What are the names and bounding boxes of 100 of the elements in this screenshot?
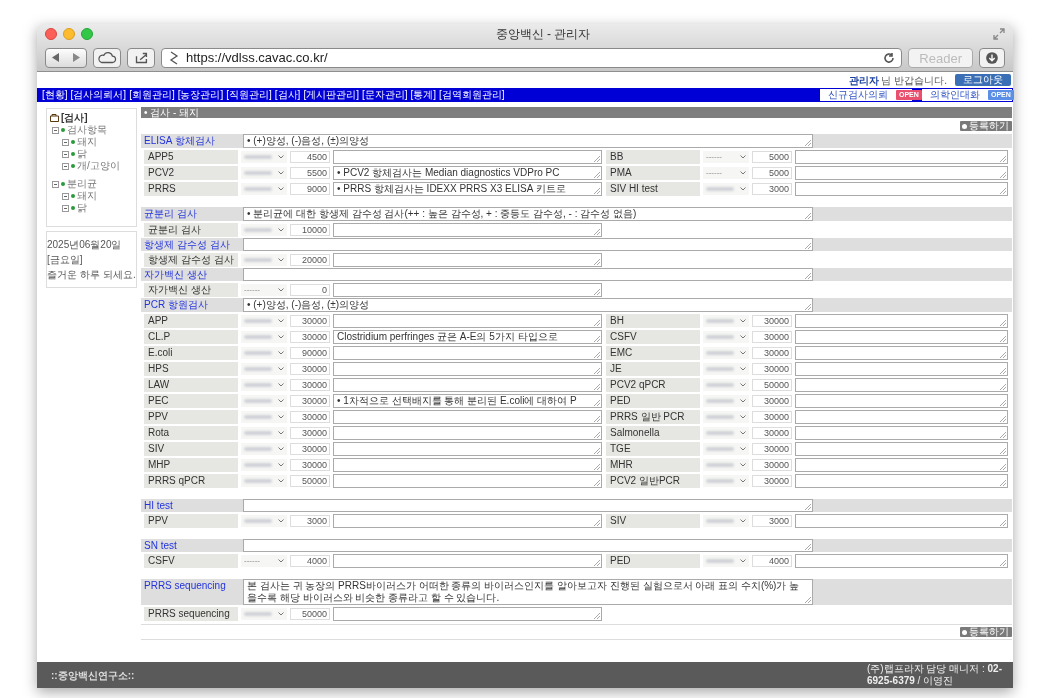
resize-grip-icon[interactable] <box>593 288 600 295</box>
select-field[interactable] <box>703 411 749 423</box>
price-field[interactable]: 30000 <box>752 459 792 471</box>
price-field[interactable]: 3000 <box>290 515 330 527</box>
select-field[interactable] <box>703 395 749 407</box>
resize-grip-icon[interactable] <box>999 559 1006 566</box>
memo-field[interactable] <box>795 514 1008 528</box>
nav-link[interactable]: [문자관리] <box>361 88 408 102</box>
nav-link[interactable]: [검역회원관리] <box>439 88 505 102</box>
price-field[interactable]: 9000 <box>290 183 330 195</box>
price-field[interactable]: 50000 <box>290 475 330 487</box>
collapse-icon[interactable] <box>52 126 59 134</box>
resize-grip-icon[interactable] <box>804 303 811 310</box>
price-field[interactable]: 30000 <box>752 411 792 423</box>
select-field[interactable] <box>703 475 749 487</box>
tree-item[interactable]: 돼지 <box>77 136 97 148</box>
select-field[interactable] <box>241 459 287 471</box>
note-field[interactable] <box>243 539 813 552</box>
nav-link[interactable]: [현황] <box>42 88 68 102</box>
price-field[interactable]: 3000 <box>752 183 792 195</box>
price-field[interactable]: 30000 <box>290 411 330 423</box>
resize-grip-icon[interactable] <box>999 447 1006 454</box>
select-field[interactable] <box>241 315 287 327</box>
memo-field[interactable] <box>333 314 602 328</box>
price-field[interactable]: 4000 <box>290 555 330 567</box>
memo-field[interactable] <box>795 362 1008 376</box>
resize-grip-icon[interactable] <box>804 242 811 249</box>
collapse-icon[interactable] <box>62 204 69 212</box>
resize-grip-icon[interactable] <box>999 431 1006 438</box>
resize-grip-icon[interactable] <box>593 228 600 235</box>
register-button[interactable]: 등록하기 <box>960 627 1012 637</box>
memo-field[interactable] <box>333 514 602 528</box>
resize-grip-icon[interactable] <box>999 367 1006 374</box>
price-field[interactable]: 50000 <box>752 379 792 391</box>
select-field[interactable] <box>703 347 749 359</box>
tree-item[interactable]: 닭 <box>77 148 87 160</box>
memo-field[interactable] <box>795 166 1008 180</box>
select-field[interactable] <box>241 443 287 455</box>
select-field[interactable] <box>703 515 749 527</box>
price-field[interactable]: 30000 <box>752 427 792 439</box>
nav-link[interactable]: [직원관리] <box>226 88 272 102</box>
memo-field[interactable] <box>795 442 1008 456</box>
resize-grip-icon[interactable] <box>999 187 1006 194</box>
select-field[interactable] <box>241 515 287 527</box>
resize-grip-icon[interactable] <box>999 383 1006 390</box>
panel-title[interactable]: 의학인대화 <box>930 89 980 101</box>
memo-field[interactable]: • PCV2 항체검사는 Median diagnostics VDPro PC <box>333 166 602 180</box>
resize-grip-icon[interactable] <box>999 415 1006 422</box>
resize-grip-icon[interactable] <box>999 463 1006 470</box>
memo-field[interactable] <box>333 410 602 424</box>
select-field[interactable] <box>703 315 749 327</box>
note-field[interactable]: • 분리균에 대한 항생제 감수성 검사(++ : 높은 감수성, + : 중등도 감수성, - : 감수성 없음) <box>243 207 813 221</box>
memo-field[interactable] <box>333 253 602 267</box>
select-field[interactable] <box>241 363 287 375</box>
resize-grip-icon[interactable] <box>999 335 1006 342</box>
price-field[interactable]: 50000 <box>290 608 330 620</box>
logout-button[interactable]: 로그아웃 <box>955 74 1011 86</box>
memo-field[interactable] <box>795 410 1008 424</box>
select-field[interactable]: ------ <box>703 151 749 163</box>
price-field[interactable]: 30000 <box>752 443 792 455</box>
memo-field[interactable] <box>795 314 1008 328</box>
price-field[interactable]: 30000 <box>290 315 330 327</box>
fullscreen-icon[interactable] <box>993 28 1005 40</box>
collapse-icon[interactable] <box>52 180 59 188</box>
price-field[interactable]: 30000 <box>290 395 330 407</box>
memo-field[interactable] <box>333 150 602 164</box>
nav-link[interactable]: [검사] <box>274 88 301 102</box>
select-field[interactable] <box>241 411 287 423</box>
select-field[interactable] <box>241 183 287 195</box>
select-field[interactable] <box>703 555 749 567</box>
resize-grip-icon[interactable] <box>804 543 811 550</box>
memo-field[interactable] <box>795 474 1008 488</box>
tree-item[interactable]: 돼지 <box>77 190 97 202</box>
price-field[interactable]: 90000 <box>290 347 330 359</box>
memo-field[interactable] <box>795 150 1008 164</box>
select-field[interactable] <box>241 427 287 439</box>
resize-grip-icon[interactable] <box>593 319 600 326</box>
resize-grip-icon[interactable] <box>593 431 600 438</box>
nav-link[interactable]: [게시판관리] <box>303 88 359 102</box>
select-field[interactable] <box>241 224 287 236</box>
price-field[interactable]: 5000 <box>752 167 792 179</box>
resize-grip-icon[interactable] <box>804 596 811 603</box>
resize-grip-icon[interactable] <box>593 559 600 566</box>
tree-item[interactable]: 검사항목 <box>67 124 107 136</box>
price-field[interactable]: 30000 <box>752 363 792 375</box>
price-field[interactable]: 5000 <box>752 151 792 163</box>
note-field[interactable]: • (+)양성, (-)음성, (±)의양성 <box>243 298 813 312</box>
note-field[interactable] <box>243 238 813 251</box>
resize-grip-icon[interactable] <box>593 612 600 619</box>
resize-grip-icon[interactable] <box>593 519 600 526</box>
price-field[interactable]: 30000 <box>290 459 330 471</box>
price-field[interactable]: 20000 <box>290 254 330 266</box>
select-field[interactable] <box>241 475 287 487</box>
price-field[interactable]: 30000 <box>752 347 792 359</box>
memo-field[interactable] <box>333 458 602 472</box>
memo-field[interactable] <box>333 554 602 568</box>
price-field[interactable]: 5500 <box>290 167 330 179</box>
collapse-icon[interactable] <box>62 162 69 170</box>
price-field[interactable]: 4000 <box>752 555 792 567</box>
price-field[interactable]: 30000 <box>290 363 330 375</box>
